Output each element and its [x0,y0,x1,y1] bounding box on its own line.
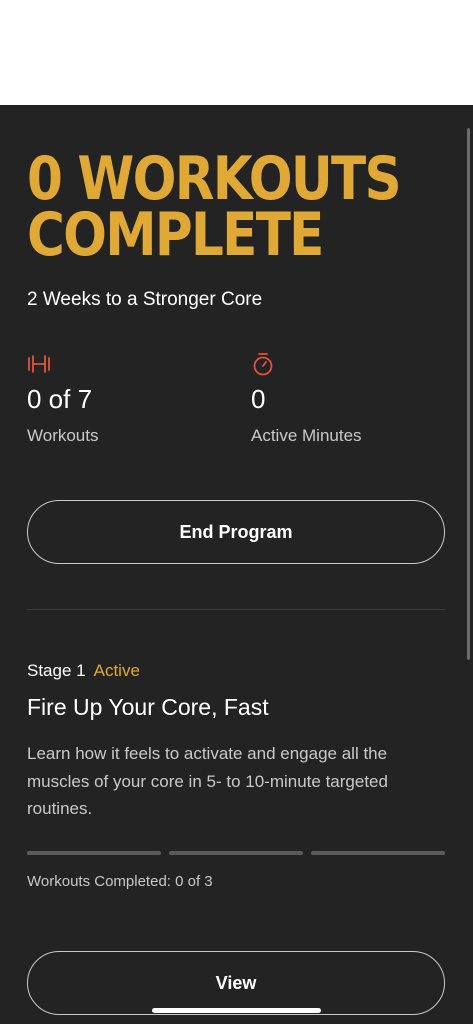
end-program-button[interactable]: End Program [27,500,445,564]
stage-status-badge: Active [93,661,140,680]
progress-segment [169,851,303,855]
scrollbar[interactable] [467,128,470,660]
view-button[interactable]: View [27,951,445,1015]
stage-title: Fire Up Your Core, Fast [27,694,269,720]
progress-segment [311,851,445,855]
stopwatch-icon [253,353,273,376]
stage-description: Learn how it feels to activate and engag… [27,744,388,818]
workouts-value: 0 of 7 [27,384,93,414]
program-name: 2 Weeks to a Stronger Core [27,289,263,310]
home-indicator [152,1008,321,1013]
stage-label: Stage 1 [27,661,86,680]
workouts-label: Workouts [27,426,99,445]
dumbbell-icon [28,355,50,373]
divider [27,609,445,610]
stat-workouts: 0 of 7 Workouts [27,352,99,446]
active-minutes-value: 0 [251,384,266,414]
stat-active-minutes: 0 Active Minutes [251,352,362,446]
progress-segment [27,851,161,855]
workouts-completed-text: Workouts Completed: 0 of 3 [27,873,213,890]
stage-header: Stage 1 Active [27,661,140,681]
stage-progress-bar [27,851,445,855]
status-bar-area [0,0,473,105]
active-minutes-label: Active Minutes [251,426,362,445]
page-title: 0 WORKOUTS COMPLETE [27,144,402,270]
